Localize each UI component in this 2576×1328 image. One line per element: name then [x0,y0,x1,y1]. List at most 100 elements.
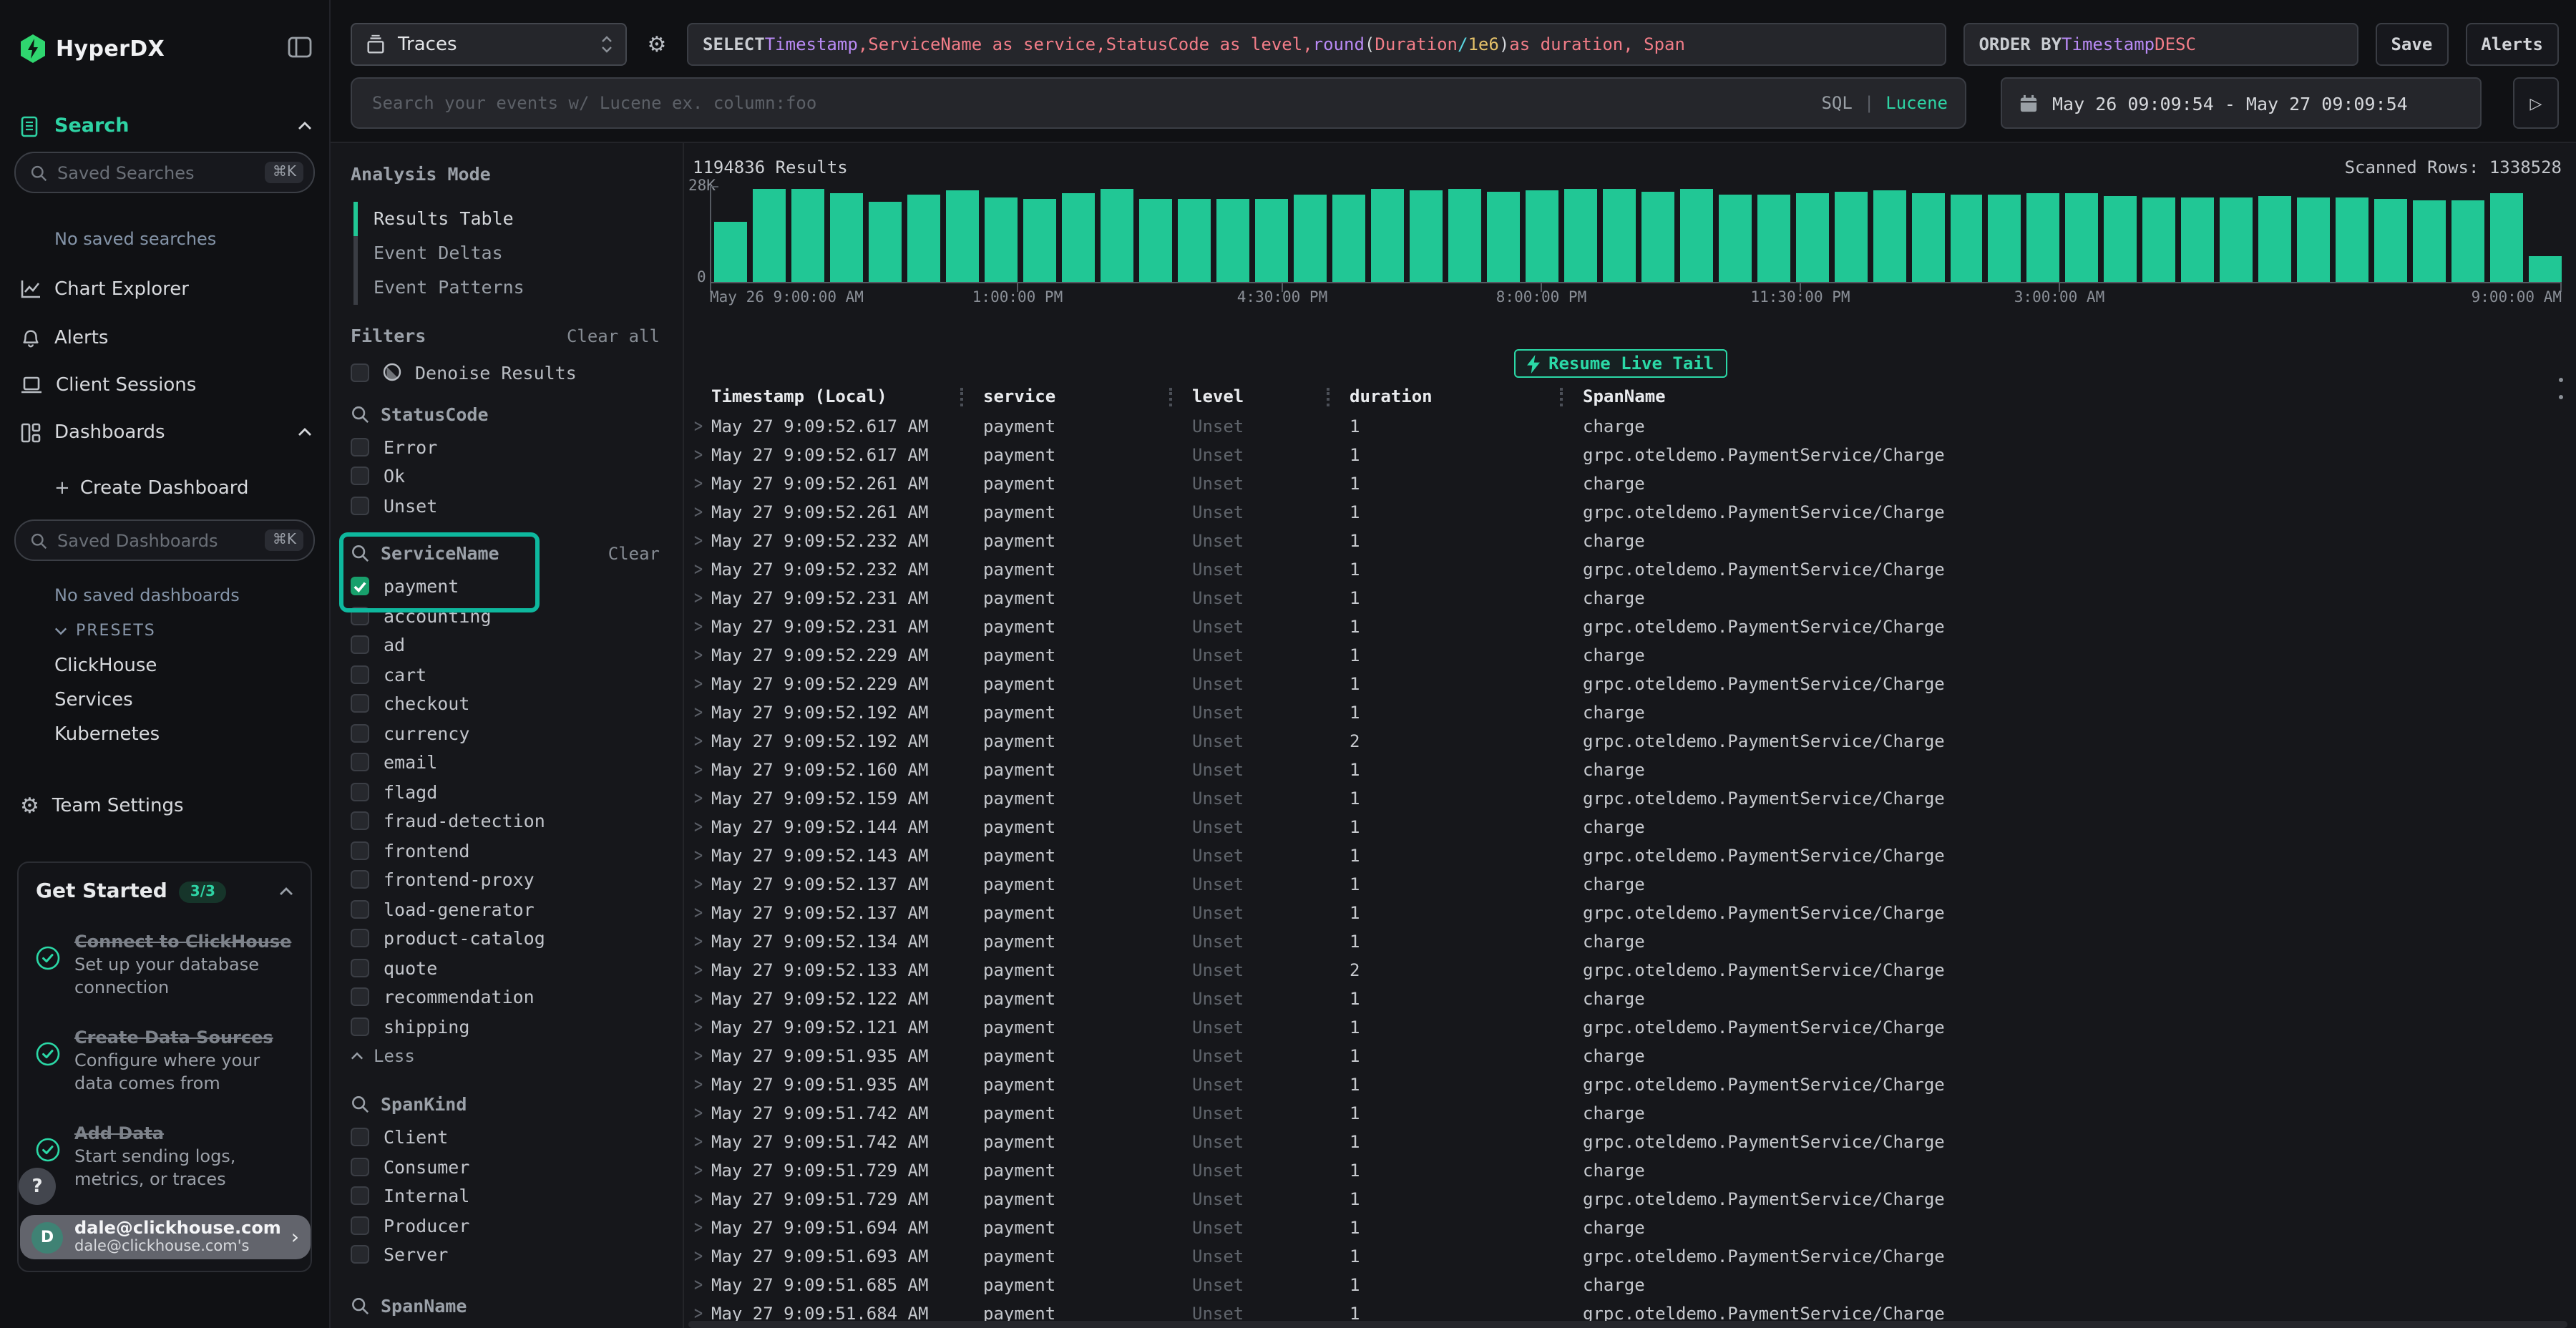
table-row[interactable]: > May 27 9:09:51.685 AM payment Unset 1 … [688,1271,2567,1299]
table-row[interactable]: > May 27 9:09:52.137 AM payment Unset 1 … [688,899,2567,927]
date-range-picker[interactable]: May 26 09:09:54 - May 27 09:09:54 [2001,77,2482,129]
table-row[interactable]: > May 27 9:09:52.232 AM payment Unset 1 … [688,555,2567,584]
presets-toggle[interactable]: PRESETS [54,621,156,640]
histogram-bar[interactable] [1795,193,1828,282]
filter-checkbox[interactable] [351,871,369,889]
histogram-bar[interactable] [1757,195,1790,283]
table-row[interactable]: > May 27 9:09:51.694 AM payment Unset 1 … [688,1214,2567,1242]
row-expand-icon[interactable]: > [688,759,711,781]
filter-checkbox[interactable] [351,988,369,1007]
sql-orderby-input[interactable]: ORDER BY Timestamp DESC [1963,23,2358,66]
histogram-bar[interactable] [946,190,979,282]
histogram-bar[interactable] [1911,193,1944,282]
histogram-bar[interactable] [1332,195,1365,283]
table-row[interactable]: > May 27 9:09:52.192 AM payment Unset 1 … [688,698,2567,727]
help-button[interactable]: ? [19,1168,56,1205]
sidebar-item-dashboards[interactable]: Dashboards [20,418,312,446]
table-row[interactable]: > May 27 9:09:52.617 AM payment Unset 1 … [688,441,2567,469]
sidebar-item-team-settings[interactable]: ⚙ Team Settings [20,791,312,820]
filter-option[interactable]: accounting [351,601,660,630]
toggle-lucene[interactable]: Lucene [1885,93,1948,113]
histogram-bar[interactable] [1448,190,1480,282]
filter-option[interactable]: ad [351,630,660,660]
filter-checkbox[interactable] [351,577,369,596]
row-expand-icon[interactable]: > [688,645,711,666]
filter-checkbox[interactable] [351,841,369,860]
histogram-bar[interactable] [1409,190,1442,282]
filter-checkbox[interactable] [351,695,369,713]
saved-dashboards-input[interactable]: Saved Dashboards ⌘K [14,519,315,561]
filter-option[interactable]: currency [351,718,660,748]
filter-option[interactable]: Consumer [351,1152,660,1181]
row-expand-icon[interactable]: > [688,530,711,552]
row-expand-icon[interactable]: > [688,1188,711,1210]
table-row[interactable]: > May 27 9:09:52.134 AM payment Unset 1 … [688,927,2567,956]
row-expand-icon[interactable]: > [688,1131,711,1153]
table-row[interactable]: > May 27 9:09:51.693 AM payment Unset 1 … [688,1242,2567,1271]
filter-checkbox[interactable] [351,812,369,831]
histogram-bar[interactable] [1062,193,1095,282]
row-expand-icon[interactable]: > [688,1160,711,1181]
filter-option[interactable]: Error [351,432,660,462]
saved-searches-input[interactable]: Saved Searches ⌘K [14,152,315,193]
filter-checkbox[interactable] [351,467,369,486]
filter-option[interactable]: Unset [351,491,660,520]
row-expand-icon[interactable]: > [688,816,711,838]
filter-option[interactable]: quote [351,953,660,982]
filter-option[interactable]: {closure} [351,1324,660,1328]
histogram-bar[interactable] [753,189,786,282]
filter-checkbox[interactable] [351,1128,369,1147]
sidebar-collapse-icon[interactable] [288,36,312,59]
chevron-up-icon[interactable] [298,428,312,436]
table-header[interactable]: Timestamp (Local) service level duration… [688,381,2567,412]
filter-checkbox[interactable] [351,753,369,772]
filter-checkbox[interactable] [351,1158,369,1176]
row-expand-icon[interactable]: > [688,1074,711,1095]
search-input[interactable] [369,92,1807,114]
histogram-bar[interactable] [1139,200,1172,282]
histogram-bar[interactable] [2375,199,2408,282]
filter-option[interactable]: Server [351,1240,660,1269]
histogram-bar[interactable] [1255,198,1288,282]
row-expand-icon[interactable]: > [688,1017,711,1038]
row-expand-icon[interactable]: > [688,416,711,437]
horizontal-scrollbar[interactable] [688,1321,2567,1328]
histogram-bar[interactable] [1679,190,1712,282]
histogram-bar[interactable] [1370,190,1403,282]
column-separator[interactable] [1560,387,1563,406]
filter-checkbox[interactable] [351,724,369,743]
chevron-up-icon[interactable] [298,122,312,130]
histogram-bar[interactable] [1989,195,2021,283]
filter-option[interactable]: checkout [351,689,660,718]
chevron-up-icon[interactable] [279,887,293,896]
filter-option[interactable]: flagd [351,777,660,806]
histogram-bar[interactable] [830,192,863,282]
table-row[interactable]: > May 27 9:09:52.160 AM payment Unset 1 … [688,756,2567,784]
histogram-bar[interactable] [1950,195,1983,283]
table-row[interactable]: > May 27 9:09:51.742 AM payment Unset 1 … [688,1099,2567,1128]
column-level[interactable]: level [1192,381,1350,412]
table-row[interactable]: > May 27 9:09:52.231 AM payment Unset 1 … [688,612,2567,641]
table-row[interactable]: > May 27 9:09:52.261 AM payment Unset 1 … [688,469,2567,498]
row-expand-icon[interactable]: > [688,960,711,981]
show-less-toggle[interactable]: Less [351,1041,660,1071]
events-histogram[interactable]: 28K 0 May 26 9:00:00 AM1:00:00 PM4:30:00… [688,180,2562,312]
histogram-bar[interactable] [2414,200,2446,282]
row-expand-icon[interactable]: > [688,1246,711,1267]
table-row[interactable]: > May 27 9:09:52.144 AM payment Unset 1 … [688,813,2567,841]
filter-checkbox[interactable] [351,1017,369,1036]
filter-checkbox[interactable] [351,665,369,684]
histogram-bar[interactable] [1486,191,1519,282]
row-expand-icon[interactable]: > [688,444,711,466]
source-settings-button[interactable]: ⚙ [641,23,673,66]
table-row[interactable]: > May 27 9:09:52.159 AM payment Unset 1 … [688,784,2567,813]
row-expand-icon[interactable]: > [688,1217,711,1239]
filter-checkbox[interactable] [351,929,369,948]
filter-option[interactable]: Producer [351,1211,660,1240]
event-search-bar[interactable]: SQL | Lucene [351,77,1966,129]
filter-group-name[interactable]: SpanKind [381,1093,467,1115]
create-dashboard-button[interactable]: + Create Dashboard [54,478,249,499]
table-row[interactable]: > May 27 9:09:52.192 AM payment Unset 2 … [688,727,2567,756]
filter-group-name[interactable]: ServiceName [381,542,499,564]
table-row[interactable]: > May 27 9:09:52.261 AM payment Unset 1 … [688,498,2567,527]
